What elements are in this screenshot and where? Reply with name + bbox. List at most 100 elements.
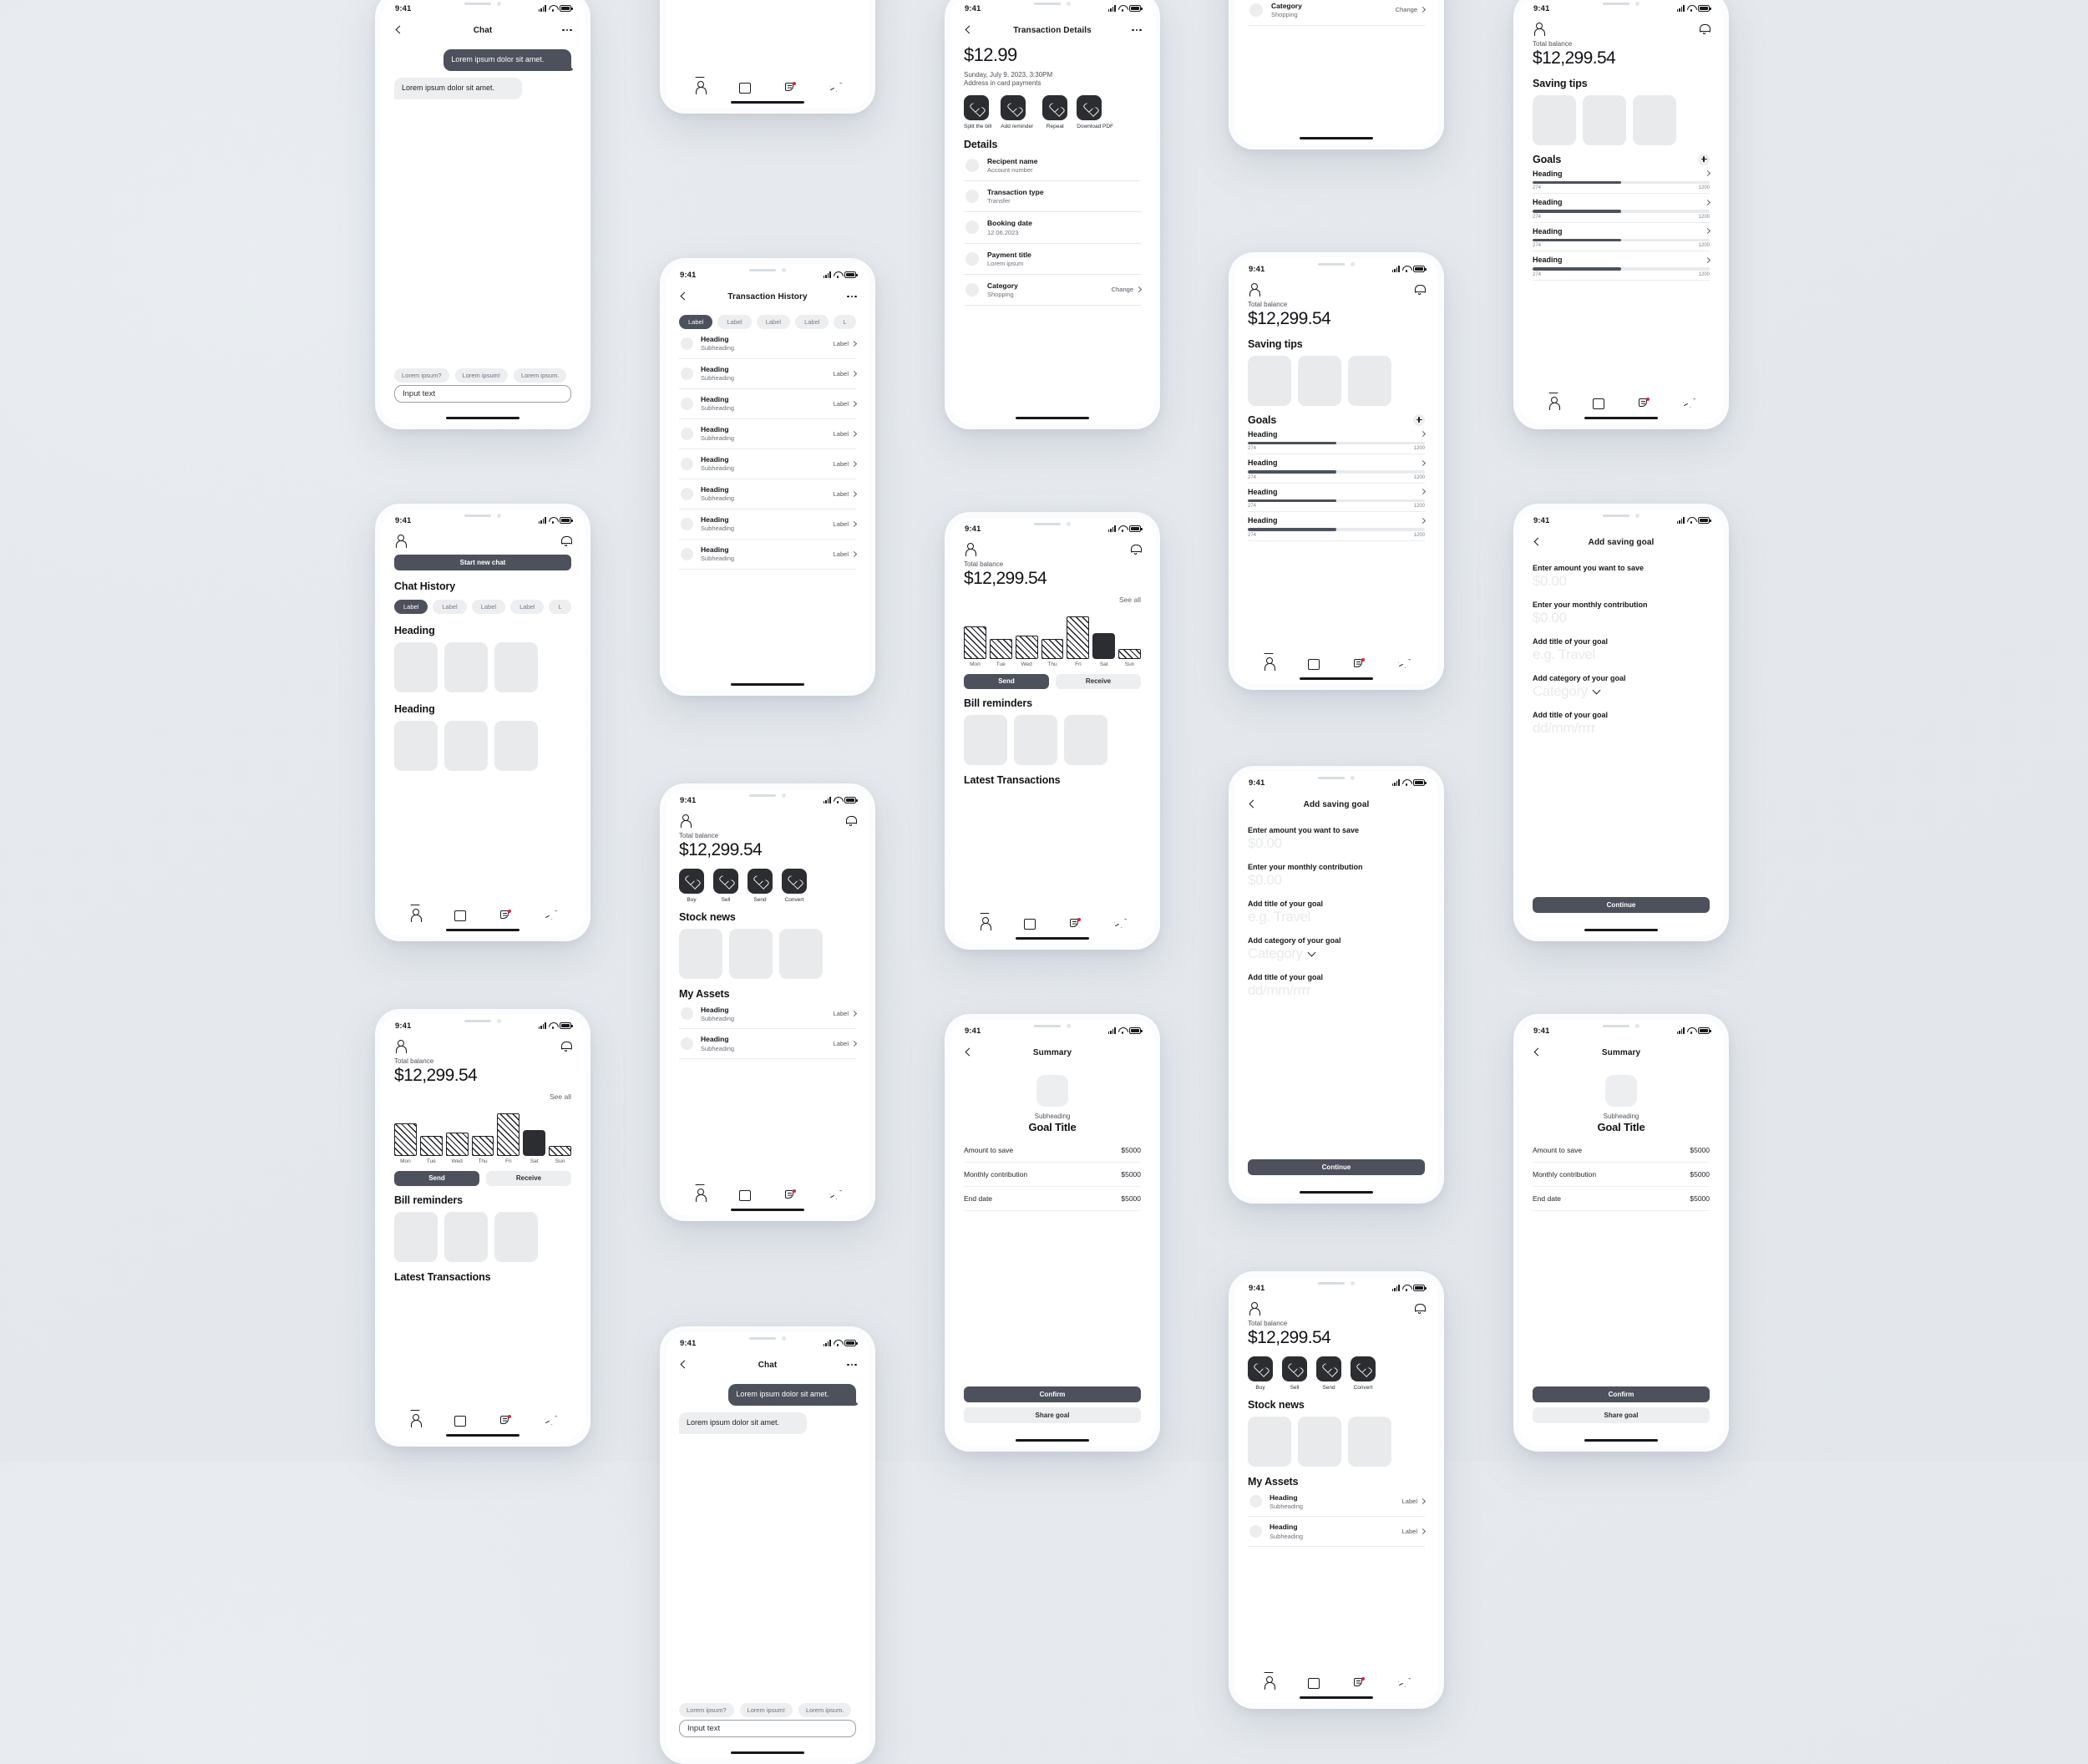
placeholder-card[interactable] xyxy=(679,928,722,979)
tab-book[interactable] xyxy=(738,1189,752,1201)
start-new-chat-button[interactable]: Start new chat xyxy=(394,555,571,570)
notification-bell-icon[interactable] xyxy=(845,815,857,827)
field-input[interactable]: dd/mm/rrrr xyxy=(1248,982,1425,999)
placeholder-card[interactable] xyxy=(1583,94,1626,145)
tab-book[interactable] xyxy=(454,909,467,921)
confirm-button[interactable]: Confirm xyxy=(1533,1386,1710,1402)
placeholder-card[interactable] xyxy=(494,642,538,692)
filter-chip[interactable]: Label xyxy=(679,315,713,329)
chart-bar[interactable] xyxy=(549,1146,572,1156)
field-input[interactable]: e.g. Travel xyxy=(1533,646,1710,663)
placeholder-card[interactable] xyxy=(444,642,488,692)
filter-chip[interactable]: Label xyxy=(433,600,467,614)
detail-row[interactable]: Booking date 12.06.2023 xyxy=(964,212,1141,244)
tab-notes[interactable] xyxy=(783,81,797,93)
chart-bar[interactable] xyxy=(497,1113,520,1156)
chart-bar[interactable] xyxy=(1118,649,1142,659)
detail-row-action[interactable]: Change xyxy=(1396,6,1427,13)
chart-bar[interactable] xyxy=(445,1132,469,1156)
filter-chip[interactable]: Label xyxy=(471,600,506,614)
placeholder-card[interactable] xyxy=(1248,355,1291,406)
back-button[interactable] xyxy=(678,291,688,302)
tab-send[interactable] xyxy=(1682,397,1695,408)
detail-row[interactable]: Recipent name Account number xyxy=(964,150,1141,182)
placeholder-card[interactable] xyxy=(494,1211,538,1262)
tab-profile[interactable] xyxy=(1262,1675,1275,1690)
list-item[interactable]: Heading Subheading Label xyxy=(679,449,858,479)
chart-bar[interactable] xyxy=(1015,635,1038,659)
tab-profile[interactable] xyxy=(693,80,707,94)
filter-chip[interactable]: L xyxy=(834,315,856,329)
chevron-down-icon[interactable] xyxy=(1307,948,1316,956)
confirm-button[interactable]: Confirm xyxy=(964,1386,1141,1402)
tab-send[interactable] xyxy=(1397,1676,1411,1688)
quick-reply-chip[interactable]: Lorem ipsum? xyxy=(679,1703,734,1717)
tab-send[interactable] xyxy=(544,909,557,920)
quick-reply-chip[interactable]: Lorem ipsum! xyxy=(739,1703,793,1717)
chevron-down-icon[interactable] xyxy=(1592,686,1601,694)
field-input[interactable]: $0.00 xyxy=(1248,835,1425,852)
detail-row[interactable]: Category Shopping Change xyxy=(1248,0,1427,26)
field-input[interactable]: e.g. Travel xyxy=(1248,909,1425,925)
tab-book[interactable] xyxy=(454,1414,467,1427)
continue-button[interactable]: Continue xyxy=(1248,1159,1425,1175)
goal-item[interactable]: Heading 274 1200 xyxy=(1248,516,1427,541)
list-item[interactable]: Heading Subheading Label xyxy=(679,540,858,570)
list-item[interactable]: Heading Subheading Label xyxy=(679,419,858,449)
placeholder-card[interactable] xyxy=(729,928,773,979)
send-button[interactable]: Send xyxy=(964,673,1049,689)
detail-row-action[interactable]: Change xyxy=(1112,286,1143,293)
back-button[interactable] xyxy=(1532,1047,1542,1057)
back-button[interactable] xyxy=(1247,799,1257,809)
placeholder-card[interactable] xyxy=(1533,94,1576,145)
placeholder-card[interactable] xyxy=(394,642,438,692)
chart-bar[interactable] xyxy=(1067,616,1090,659)
quick-reply-chip[interactable]: Lorem ipsum. xyxy=(798,1703,852,1717)
tab-book[interactable] xyxy=(738,81,752,94)
more-options-icon[interactable] xyxy=(1132,28,1142,32)
chart-bar[interactable] xyxy=(523,1129,546,1156)
share-goal-button[interactable]: Share goal xyxy=(1533,1407,1710,1423)
notification-bell-icon[interactable] xyxy=(1414,284,1426,296)
placeholder-card[interactable] xyxy=(964,714,1007,765)
more-options-icon[interactable] xyxy=(562,28,572,32)
profile-icon[interactable] xyxy=(964,543,976,556)
placeholder-card[interactable] xyxy=(1298,355,1341,406)
chart-bar[interactable] xyxy=(394,1123,417,1156)
goal-item[interactable]: Heading 274 1200 xyxy=(1533,198,1711,223)
profile-icon[interactable] xyxy=(679,814,692,828)
tab-send[interactable] xyxy=(544,1414,557,1426)
placeholder-card[interactable] xyxy=(1248,1416,1291,1467)
field-input[interactable]: Category xyxy=(1248,945,1425,962)
more-options-icon[interactable] xyxy=(847,1363,857,1366)
profile-icon[interactable] xyxy=(1533,23,1545,36)
tab-book[interactable] xyxy=(1307,1676,1320,1689)
tab-notes[interactable] xyxy=(783,1189,797,1200)
notification-bell-icon[interactable] xyxy=(1414,1303,1426,1315)
notification-bell-icon[interactable] xyxy=(1699,23,1710,35)
share-goal-button[interactable]: Share goal xyxy=(964,1407,1141,1423)
list-item[interactable]: Heading Subheading Label xyxy=(679,389,858,419)
action-button[interactable]: Convert xyxy=(1351,1356,1376,1391)
notification-bell-icon[interactable] xyxy=(560,1041,572,1052)
tab-notes[interactable] xyxy=(1352,657,1366,669)
list-item[interactable]: Heading Subheading Label xyxy=(679,359,858,389)
action-button[interactable]: Sell xyxy=(1282,1356,1307,1391)
see-all-link[interactable]: See all xyxy=(964,596,1141,604)
list-item[interactable]: Heading Subheading Label xyxy=(1248,1517,1427,1548)
tab-send[interactable] xyxy=(1397,657,1411,669)
list-item[interactable]: Heading Subheading Label xyxy=(679,1000,858,1030)
tab-notes[interactable] xyxy=(499,1414,512,1426)
placeholder-card[interactable] xyxy=(494,721,538,771)
field-input[interactable]: $0.00 xyxy=(1533,610,1710,626)
quick-reply-chip[interactable]: Lorem ipsum. xyxy=(513,368,567,383)
field-input[interactable]: dd/mm/rrrr xyxy=(1533,720,1710,737)
goal-item[interactable]: Heading 274 1200 xyxy=(1533,256,1711,281)
placeholder-card[interactable] xyxy=(1298,1416,1341,1467)
field-input[interactable]: Category xyxy=(1533,683,1710,700)
profile-icon[interactable] xyxy=(1248,283,1260,297)
tab-book[interactable] xyxy=(1592,397,1605,409)
tab-profile[interactable] xyxy=(408,908,422,922)
list-item[interactable]: Heading Subheading Label xyxy=(1248,1488,1427,1518)
placeholder-card[interactable] xyxy=(1348,1416,1391,1467)
